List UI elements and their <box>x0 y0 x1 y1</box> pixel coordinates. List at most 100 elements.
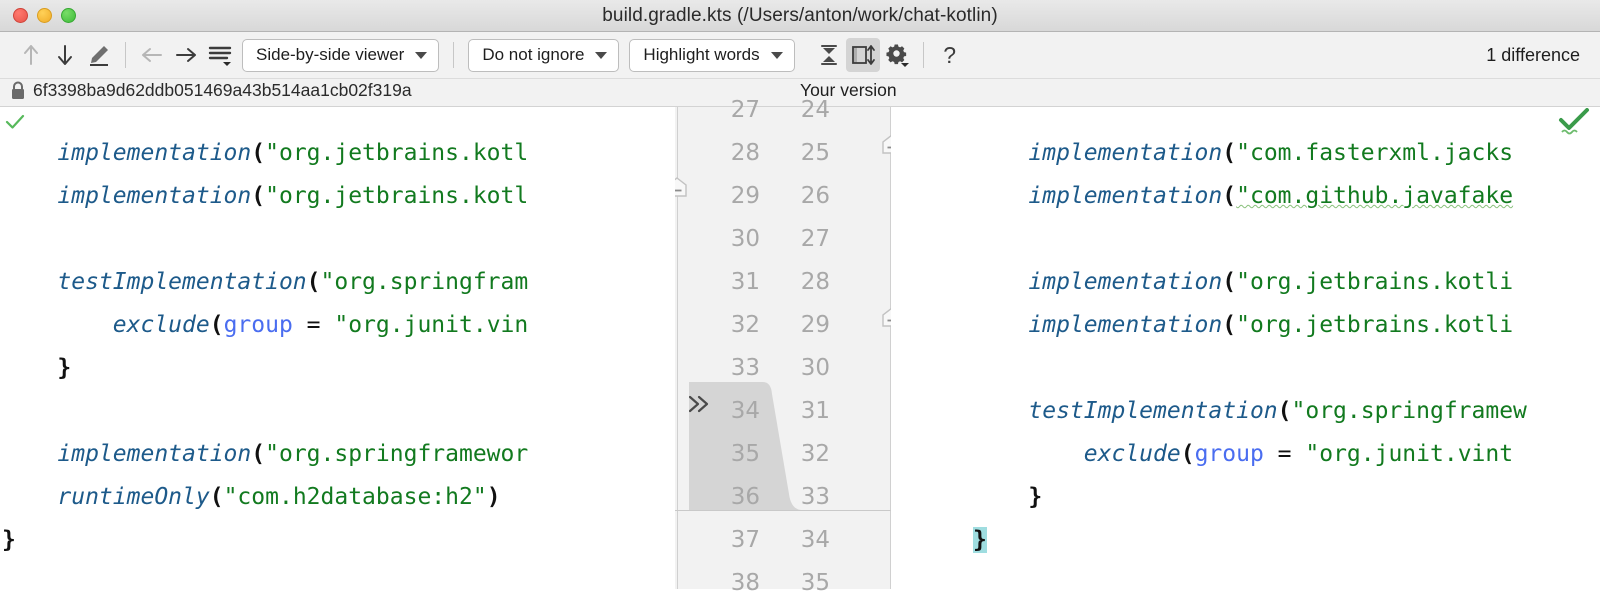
gutter-line-number-right: 34 <box>800 527 830 553</box>
gutter-line-number-left: 35 <box>730 441 760 467</box>
code-line[interactable]: } <box>973 519 1527 562</box>
code-line[interactable]: exclude(group = "org.junit.vint <box>973 433 1527 476</box>
diff-editors: implementation("org.jetbrains.kotl imple… <box>0 97 1600 596</box>
help-label: ? <box>943 41 957 68</box>
previous-difference-icon[interactable] <box>14 38 48 72</box>
gutter-line-number-left: 32 <box>730 312 760 338</box>
accept-change-chevrons-icon[interactable] <box>687 393 715 421</box>
forward-arrow-icon[interactable] <box>169 38 203 72</box>
code-token: } <box>2 527 16 553</box>
code-token: ( <box>1180 441 1195 467</box>
toolbar-separator-2 <box>453 42 455 68</box>
window-title: build.gradle.kts (/Users/anton/work/chat… <box>602 4 998 26</box>
right-code-content[interactable]: implementation("com.fasterxml.jacks impl… <box>891 107 1527 589</box>
edit-pencil-icon[interactable] <box>82 38 116 72</box>
settings-gear-icon[interactable] <box>880 38 914 72</box>
code-line[interactable]: implementation("org.jetbrains.kotl <box>2 132 528 175</box>
code-line[interactable]: testImplementation("org.springfram <box>2 261 528 304</box>
gutter-line-number-right: 31 <box>800 398 830 424</box>
gutter-line-number-left: 36 <box>730 484 760 510</box>
toolbar-separator-3 <box>922 42 924 68</box>
lines-options-icon[interactable] <box>203 38 237 72</box>
code-token: } <box>1028 484 1043 510</box>
code-line[interactable] <box>973 107 1527 132</box>
code-token: ( <box>209 312 224 338</box>
next-difference-icon[interactable] <box>48 38 82 72</box>
collapse-fragments-icon[interactable] <box>812 38 846 72</box>
code-token: implementation <box>57 441 252 467</box>
code-line[interactable] <box>973 347 1527 390</box>
left-code-content[interactable]: implementation("org.jetbrains.kotl imple… <box>0 107 528 589</box>
code-token: ( <box>1222 269 1237 295</box>
highlight-mode-dropdown[interactable]: Highlight words <box>629 38 795 72</box>
left-editor-pane[interactable]: implementation("org.jetbrains.kotl imple… <box>0 107 675 589</box>
code-line[interactable] <box>2 562 528 589</box>
gutter-line-number-left: 27 <box>730 97 760 123</box>
code-token: runtimeOnly <box>57 484 210 510</box>
code-line[interactable]: } <box>2 347 528 390</box>
code-line[interactable] <box>973 562 1527 589</box>
code-token: ( <box>306 269 321 295</box>
code-line[interactable]: testImplementation("org.springframew <box>973 390 1527 433</box>
gutter-line-number-right: 28 <box>800 269 830 295</box>
code-token: "com.github.javafake <box>1236 183 1514 209</box>
gutter-line-number-right: 32 <box>800 441 830 467</box>
inspection-ok-icon[interactable] <box>4 111 26 138</box>
chevron-down-icon <box>595 51 608 59</box>
diff-toolbar: Side-by-side viewer Do not ignore Highli… <box>0 32 1600 79</box>
gutter-line-number-left: 30 <box>730 226 760 252</box>
code-line[interactable]: implementation("com.fasterxml.jacks <box>973 132 1527 175</box>
gutter-line-number-right: 26 <box>800 183 830 209</box>
left-version-header[interactable]: 6f3398ba9d62ddb051469a43b514aa1cb02f319a <box>10 80 412 101</box>
inspection-ok-icon[interactable] <box>1557 108 1591 141</box>
gutter-line-number-left: 38 <box>730 570 760 596</box>
whitespace-mode-dropdown[interactable]: Do not ignore <box>468 38 620 72</box>
code-line[interactable] <box>2 390 528 433</box>
gutter-line-number-left: 33 <box>730 355 760 381</box>
code-token: "org.jetbrains.kotl <box>265 183 529 209</box>
highlight-mode-label: Highlight words <box>643 45 760 64</box>
code-line[interactable]: } <box>973 476 1527 519</box>
code-line[interactable]: implementation("org.jetbrains.kotli <box>973 304 1527 347</box>
difference-count-label: 1 difference <box>1486 44 1580 65</box>
code-token: ( <box>209 484 224 510</box>
code-line[interactable] <box>973 218 1527 261</box>
code-line[interactable]: runtimeOnly("com.h2database:h2") <box>2 476 528 519</box>
code-line[interactable]: implementation("org.springframewor <box>2 433 528 476</box>
left-version-label: 6f3398ba9d62ddb051469a43b514aa1cb02f319a <box>33 80 412 100</box>
code-line[interactable]: implementation("org.jetbrains.kotli <box>973 261 1527 304</box>
code-token: group <box>1194 441 1264 467</box>
code-line[interactable] <box>2 218 528 261</box>
gutter-line-number-right: 35 <box>800 570 830 596</box>
code-token: ( <box>251 441 266 467</box>
viewer-mode-dropdown[interactable]: Side-by-side viewer <box>242 38 440 72</box>
gutter-line-number-left: 29 <box>730 183 760 209</box>
code-token: ) <box>486 484 501 510</box>
back-arrow-icon[interactable] <box>135 38 169 72</box>
gutter-line-number-right: 25 <box>800 140 830 166</box>
window-titlebar: build.gradle.kts (/Users/anton/work/chat… <box>0 0 1600 32</box>
code-line[interactable]: implementation("com.github.javafake <box>973 175 1527 218</box>
code-line[interactable] <box>2 107 528 132</box>
code-line[interactable]: exclude(group = "org.junit.vin <box>2 304 528 347</box>
right-editor-pane[interactable]: implementation("com.fasterxml.jacks impl… <box>891 107 1600 589</box>
toolbar-separator-1 <box>125 42 126 68</box>
code-token: exclude <box>112 312 210 338</box>
code-line[interactable]: implementation("org.jetbrains.kotl <box>2 175 528 218</box>
code-line[interactable]: } <box>2 519 528 562</box>
lock-icon <box>12 81 24 99</box>
chevron-down-icon <box>415 51 428 59</box>
sync-scrolling-icon[interactable] <box>845 38 880 72</box>
chevron-down-icon <box>770 51 783 59</box>
help-button[interactable]: ? <box>933 38 967 72</box>
code-token: implementation <box>1028 312 1223 338</box>
gutter-line-number-right: 29 <box>800 312 830 338</box>
